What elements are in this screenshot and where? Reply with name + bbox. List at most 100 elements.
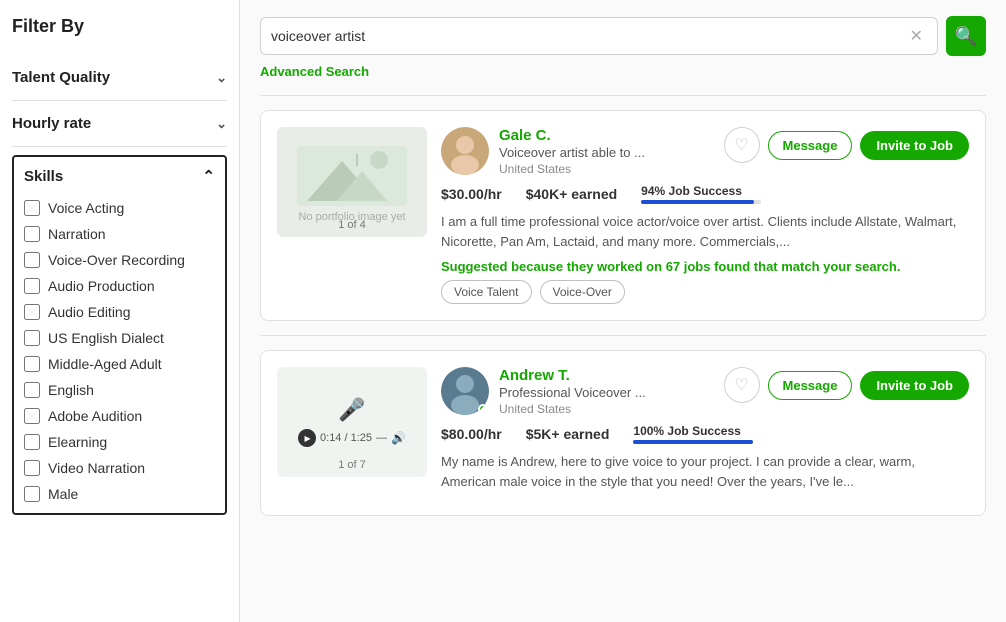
- invite-button-2[interactable]: Invite to Job: [860, 371, 969, 400]
- play-icon: ▶: [304, 434, 310, 443]
- skill-item-7: English: [24, 377, 215, 403]
- skill-label-7: English: [48, 382, 94, 398]
- suggested-jobs-1: 67 jobs found that match your search.: [666, 259, 901, 274]
- skill-item-8: Adobe Audition: [24, 403, 215, 429]
- skill-checkbox-8[interactable]: [24, 408, 40, 424]
- card-content-2: Andrew T. Professional Voiceover ... Uni…: [441, 367, 969, 499]
- skill-label-2: Voice-Over Recording: [48, 252, 185, 268]
- audio-dash: —: [376, 432, 387, 444]
- suggested-text-1: Suggested because they worked on 67 jobs…: [441, 259, 969, 274]
- card-description-2: My name is Andrew, here to give voice to…: [441, 452, 969, 491]
- avatar-2: [441, 367, 489, 415]
- skill-item-1: Narration: [24, 221, 215, 247]
- main-content: ✕ 🔍 Advanced Search No portfolio image y…: [240, 0, 1006, 622]
- progress-bar-1: [641, 200, 761, 204]
- talent-quality-label: Talent Quality: [12, 69, 110, 86]
- sidebar-title: Filter By: [12, 16, 227, 37]
- freelancer-card-1: No portfolio image yet 1 of 4 Gale C. Vo…: [260, 110, 986, 321]
- card-actions-1: ♡ Message Invite to Job: [724, 127, 969, 163]
- portfolio-audio-2: 🎤 ▶ 0:14 / 1:25 — 🔊 1 of 7: [277, 367, 427, 477]
- portfolio-placeholder-1: No portfolio image yet 1 of 4: [277, 127, 427, 237]
- skill-checkbox-0[interactable]: [24, 200, 40, 216]
- card-top-1: Gale C. Voiceover artist able to ... Uni…: [441, 127, 969, 176]
- skills-list: Voice Acting Narration Voice-Over Recordin…: [24, 195, 215, 507]
- skills-header: Skills ⌃: [24, 167, 215, 185]
- sidebar: Filter By Talent Quality ⌄ Hourly rate ⌄…: [0, 0, 240, 622]
- freelancer-location-2: United States: [499, 402, 714, 416]
- search-clear-icon[interactable]: ✕: [910, 26, 923, 46]
- skill-checkbox-6[interactable]: [24, 356, 40, 372]
- skill-checkbox-5[interactable]: [24, 330, 40, 346]
- volume-icon[interactable]: 🔊: [391, 431, 406, 445]
- message-button-2[interactable]: Message: [768, 371, 853, 400]
- skill-checkbox-9[interactable]: [24, 434, 40, 450]
- search-bar-wrapper: ✕ 🔍: [260, 16, 986, 56]
- skill-item-6: Middle-Aged Adult: [24, 351, 215, 377]
- freelancer-name-2[interactable]: Andrew T.: [499, 367, 714, 384]
- skill-checkbox-3[interactable]: [24, 278, 40, 294]
- skills-section: Skills ⌃ Voice Acting Narration Voice-Over…: [12, 155, 227, 515]
- portfolio-count-1: 1 of 4: [277, 219, 427, 231]
- search-icon: 🔍: [955, 26, 977, 47]
- avatar-1: [441, 127, 489, 175]
- job-success-1: 94% Job Success: [641, 184, 761, 204]
- rate-1: $30.00/hr: [441, 186, 502, 202]
- progress-bar-2: [633, 440, 753, 444]
- search-button[interactable]: 🔍: [946, 16, 986, 56]
- microphone-icon: 🎤: [338, 397, 365, 423]
- advanced-search-link[interactable]: Advanced Search: [260, 64, 986, 79]
- skill-item-2: Voice-Over Recording: [24, 247, 215, 273]
- audio-controls-2: ▶ 0:14 / 1:25 — 🔊: [298, 429, 406, 447]
- rate-2: $80.00/hr: [441, 426, 502, 442]
- earned-2: $5K+ earned: [526, 426, 610, 442]
- hourly-rate-label: Hourly rate: [12, 115, 91, 132]
- audio-count-2: 1 of 7: [277, 459, 427, 471]
- talent-quality-chevron-icon: ⌄: [216, 70, 227, 86]
- skills-collapse-icon[interactable]: ⌃: [202, 167, 215, 185]
- favorite-button-1[interactable]: ♡: [724, 127, 760, 163]
- suggested-prefix-1: Suggested because they worked on: [441, 259, 662, 274]
- skill-item-3: Audio Production: [24, 273, 215, 299]
- tag-voice-over[interactable]: Voice-Over: [540, 280, 625, 304]
- tag-voice-talent[interactable]: Voice Talent: [441, 280, 532, 304]
- skill-checkbox-1[interactable]: [24, 226, 40, 242]
- skill-item-11: Male: [24, 481, 215, 507]
- hourly-rate-section: Hourly rate ⌄: [12, 101, 227, 147]
- invite-button-1[interactable]: Invite to Job: [860, 131, 969, 160]
- skill-item-9: Elearning: [24, 429, 215, 455]
- job-success-label-2: 100% Job Success: [633, 424, 753, 438]
- skill-checkbox-4[interactable]: [24, 304, 40, 320]
- skill-checkbox-10[interactable]: [24, 460, 40, 476]
- card-info-2: Andrew T. Professional Voiceover ... Uni…: [499, 367, 714, 416]
- skill-checkbox-11[interactable]: [24, 486, 40, 502]
- skill-label-10: Video Narration: [48, 460, 145, 476]
- audio-time-2: 0:14 / 1:25: [320, 432, 372, 444]
- skill-label-11: Male: [48, 486, 78, 502]
- tags-1: Voice Talent Voice-Over: [441, 280, 969, 304]
- earned-1: $40K+ earned: [526, 186, 617, 202]
- message-button-1[interactable]: Message: [768, 131, 853, 160]
- search-bar: ✕: [260, 17, 938, 55]
- favorite-button-2[interactable]: ♡: [724, 367, 760, 403]
- search-input[interactable]: [271, 28, 910, 44]
- card-actions-2: ♡ Message Invite to Job: [724, 367, 969, 403]
- skill-label-0: Voice Acting: [48, 200, 124, 216]
- skill-checkbox-2[interactable]: [24, 252, 40, 268]
- skill-label-9: Elearning: [48, 434, 107, 450]
- skill-item-4: Audio Editing: [24, 299, 215, 325]
- talent-quality-header[interactable]: Talent Quality ⌄: [12, 69, 227, 86]
- freelancer-name-1[interactable]: Gale C.: [499, 127, 714, 144]
- card-content-1: Gale C. Voiceover artist able to ... Uni…: [441, 127, 969, 304]
- talent-quality-section: Talent Quality ⌄: [12, 55, 227, 101]
- play-button-2[interactable]: ▶: [298, 429, 316, 447]
- card-description-1: I am a full time professional voice acto…: [441, 212, 969, 251]
- skill-checkbox-7[interactable]: [24, 382, 40, 398]
- card-stats-2: $80.00/hr $5K+ earned 100% Job Success: [441, 424, 969, 444]
- online-indicator-2: [478, 404, 488, 414]
- progress-fill-1: [641, 200, 754, 204]
- freelancer-location-1: United States: [499, 162, 714, 176]
- hourly-rate-header[interactable]: Hourly rate ⌄: [12, 115, 227, 132]
- skill-item-10: Video Narration: [24, 455, 215, 481]
- progress-fill-2: [633, 440, 753, 444]
- divider-1: [260, 95, 986, 96]
